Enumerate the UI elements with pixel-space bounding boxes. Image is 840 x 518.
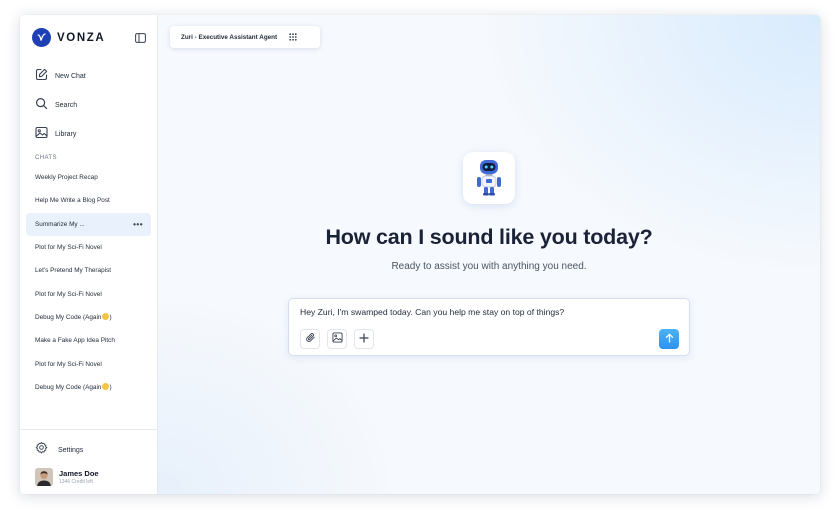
more-options-icon[interactable]: •••	[133, 220, 143, 229]
chats-heading: CHATS	[35, 155, 57, 161]
chat-item-label: Plot for My Sci-Fi Novel	[35, 290, 102, 298]
brand[interactable]: VONZA	[32, 28, 105, 47]
main-panel: Zuri - Executive Assistant Agent How can…	[158, 15, 820, 494]
new-chat-button[interactable]: New Chat	[20, 62, 157, 91]
chat-item-label: Debug My Code (Again	[35, 314, 102, 322]
new-chat-label: New Chat	[55, 73, 86, 80]
chat-item-label: Let's Pretend My Therapist	[35, 267, 112, 275]
chat-item-label: Plot for My Sci-Fi Novel	[35, 360, 102, 368]
image-upload-icon	[331, 330, 343, 348]
chat-item-label: Weekly Project Recap	[35, 174, 98, 182]
settings-button[interactable]: Settings	[35, 441, 83, 459]
search-button[interactable]: Search	[20, 91, 157, 120]
send-button[interactable]	[659, 329, 679, 349]
grid-menu-icon[interactable]	[289, 28, 297, 46]
sidebar-nav: New Chat Search Library	[20, 62, 157, 149]
chat-item[interactable]: Debug My Code (Again)	[26, 306, 151, 329]
library-icon	[35, 126, 48, 144]
add-button[interactable]	[354, 329, 374, 349]
settings-label: Settings	[58, 446, 84, 454]
message-input[interactable]: Hey Zuri, I'm swamped today. Can you hel…	[300, 307, 564, 317]
chat-item[interactable]: Plot for My Sci-Fi Novel	[26, 352, 151, 375]
grinning-emoji-icon	[102, 313, 110, 321]
search-label: Search	[55, 102, 78, 109]
chat-item-label: Summarize My ...	[35, 220, 85, 228]
chat-item-label: Help Me Write a Blog Post	[35, 197, 110, 205]
page-title: How can I sound like you today?	[325, 225, 653, 249]
user-name: James Doe	[59, 469, 99, 478]
attach-file-button[interactable]	[300, 329, 320, 349]
chat-list: Weekly Project Recap Help Me Write a Blo…	[26, 166, 151, 399]
library-button[interactable]: Library	[20, 120, 157, 149]
robot-icon	[477, 160, 501, 196]
gear-icon	[35, 441, 48, 459]
chat-item-active[interactable]: Summarize My ... •••	[26, 212, 151, 236]
assistant-avatar	[463, 152, 515, 204]
credit-balance: 1346 Credit left	[59, 479, 93, 485]
chat-item-label: Plot for My Sci-Fi Novel	[35, 244, 102, 252]
grinning-emoji-icon	[102, 383, 110, 391]
search-icon	[35, 97, 48, 115]
paperclip-icon	[305, 330, 316, 348]
plus-icon	[359, 330, 369, 348]
avatar	[35, 468, 53, 486]
user-profile[interactable]: James Doe 1346 Credit left	[35, 468, 99, 486]
sidebar-footer: Settings James Doe 1346 Credit left	[20, 429, 157, 494]
attach-image-button[interactable]	[327, 329, 347, 349]
library-label: Library	[55, 131, 77, 138]
vonza-logo-icon	[32, 28, 51, 47]
chat-item[interactable]: Plot for My Sci-Fi Novel	[26, 282, 151, 305]
brand-name: VONZA	[57, 31, 106, 44]
agent-selector[interactable]: Zuri - Executive Assistant Agent	[170, 26, 320, 48]
sidebar: VONZA New Chat Search Library CHATS Week…	[20, 15, 158, 494]
sidebar-toggle-icon[interactable]	[134, 32, 146, 43]
agent-name: Zuri - Executive Assistant Agent	[181, 33, 278, 41]
chat-item-label: Make a Fake App Idea Pitch	[35, 337, 115, 345]
chat-item-label: Debug My Code (Again	[35, 384, 102, 392]
chat-item[interactable]: Help Me Write a Blog Post	[26, 189, 151, 212]
chat-item[interactable]: Make a Fake App Idea Pitch	[26, 329, 151, 352]
chat-item[interactable]: Plot for My Sci-Fi Novel	[26, 236, 151, 259]
page-subtitle: Ready to assist you with anything you ne…	[391, 261, 587, 272]
message-composer[interactable]: Hey Zuri, I'm swamped today. Can you hel…	[288, 298, 690, 356]
app-window: VONZA New Chat Search Library CHATS Week…	[20, 15, 820, 494]
new-chat-icon	[35, 68, 48, 86]
chat-item[interactable]: Debug My Code (Again)	[26, 376, 151, 399]
chat-item[interactable]: Let's Pretend My Therapist	[26, 259, 151, 282]
arrow-up-icon	[665, 330, 674, 348]
chat-item[interactable]: Weekly Project Recap	[26, 166, 151, 189]
